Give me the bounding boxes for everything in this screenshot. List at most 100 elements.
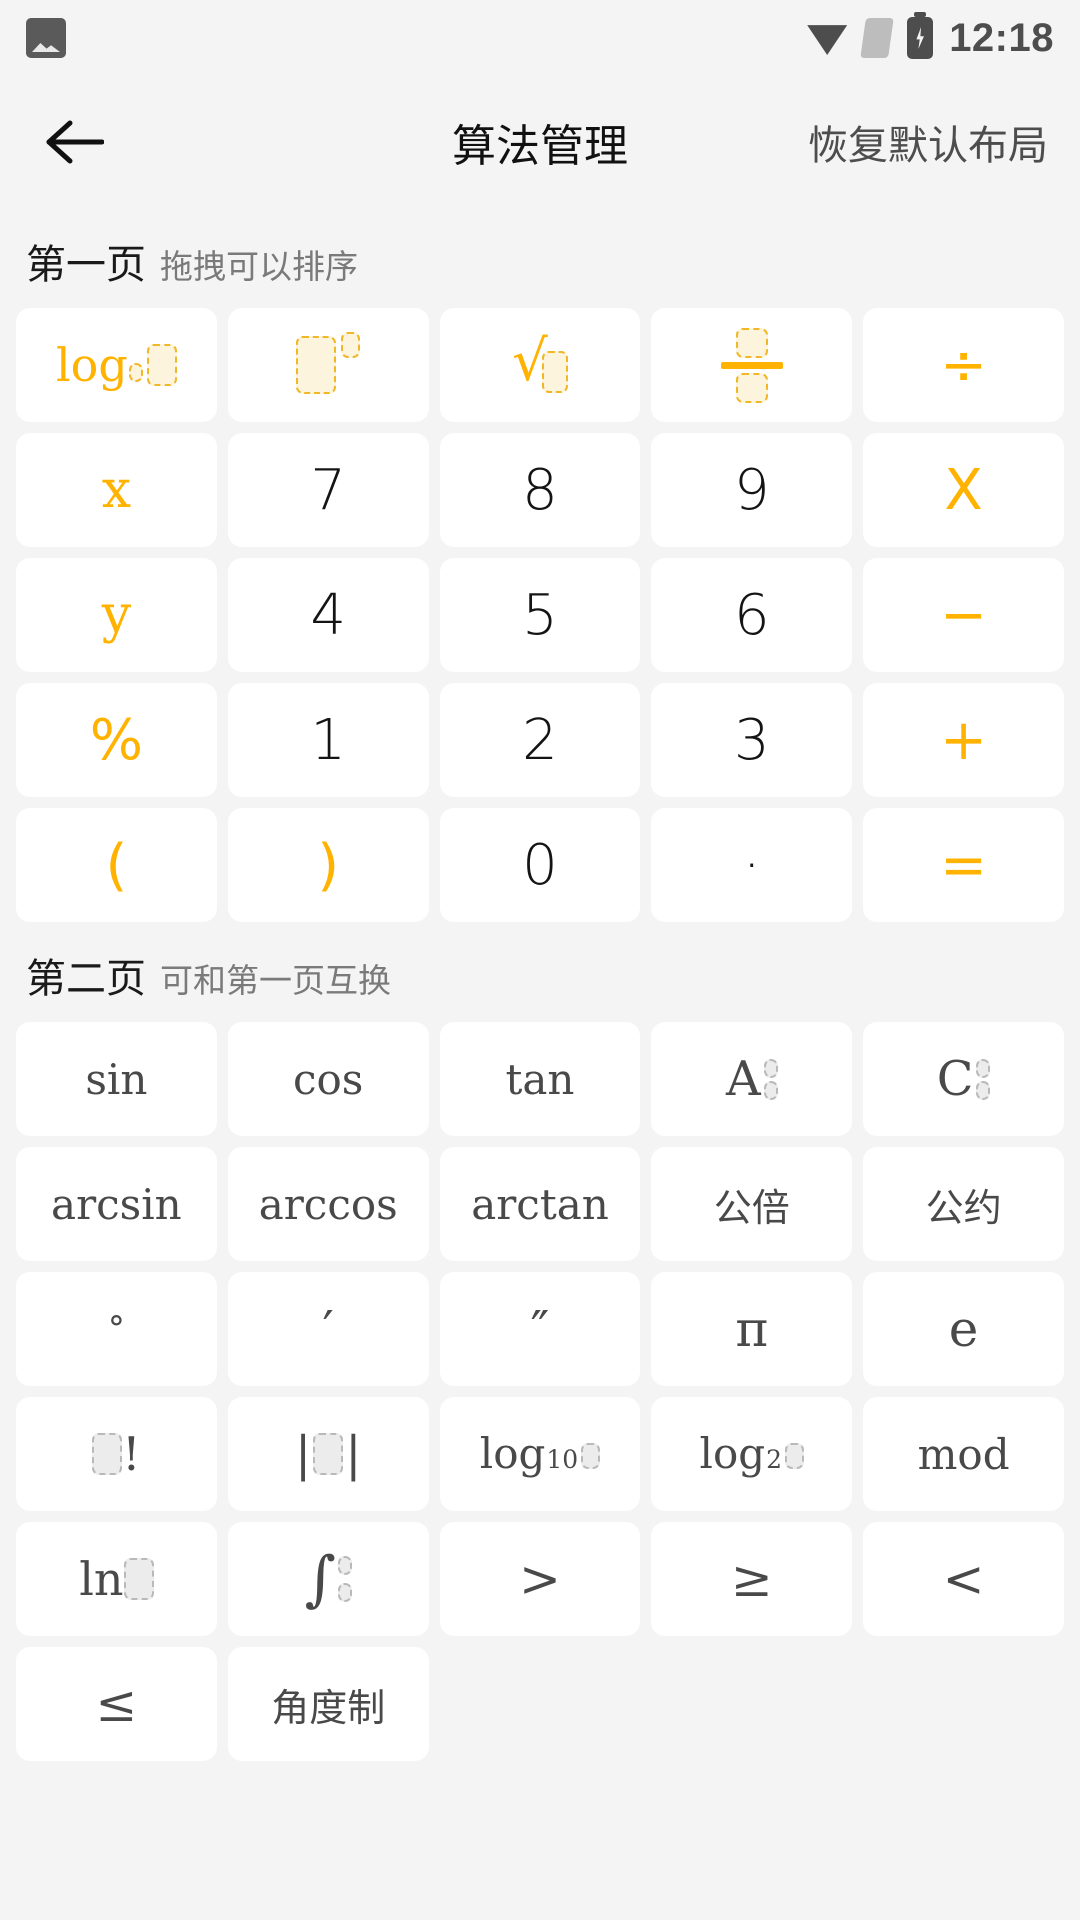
less-key[interactable]: <: [863, 1522, 1064, 1636]
key-label: mod: [917, 1429, 1010, 1479]
placeholder-box: [337, 1556, 352, 1575]
fraction-key[interactable]: [651, 308, 853, 422]
key-label: 9: [733, 457, 770, 523]
right-paren-key[interactable]: ): [227, 808, 429, 922]
tan-key[interactable]: tan: [439, 1022, 641, 1136]
divide-key[interactable]: ÷: [863, 308, 1064, 422]
digit-2-key[interactable]: 2: [439, 683, 641, 797]
key-label: 公约: [925, 1187, 1002, 1230]
digit-9-key[interactable]: 9: [651, 433, 853, 547]
euler-e-key[interactable]: e: [863, 1272, 1064, 1386]
multiply-key[interactable]: X: [863, 433, 1064, 547]
cos-key[interactable]: cos: [227, 1022, 429, 1136]
combination-key[interactable]: C: [863, 1022, 1064, 1136]
wifi-icon: [807, 25, 848, 55]
key-label: +: [940, 707, 988, 773]
placeholder-box: [735, 327, 768, 358]
arccos-key[interactable]: arccos: [227, 1147, 429, 1261]
percent-key[interactable]: %: [16, 683, 217, 797]
key-grid: sin cos tan A Carcsin arccos arctan 公倍 公约 ° ′ ″ π e! |…: [0, 1022, 1080, 1761]
empty-slot: [863, 1647, 1064, 1761]
key-label: ≥: [730, 1550, 773, 1608]
digit-4-key[interactable]: 4: [227, 558, 429, 672]
section-title: 第二页: [26, 957, 146, 1001]
digit-0-key[interactable]: 0: [439, 808, 641, 922]
key-label: 1: [310, 707, 347, 773]
minus-key[interactable]: −: [863, 558, 1064, 672]
key-label: ″: [530, 1300, 550, 1358]
greater-key[interactable]: >: [439, 1522, 641, 1636]
placeholder-box: [128, 363, 143, 382]
log10-key[interactable]: log 10: [439, 1397, 641, 1511]
log-base-key[interactable]: log: [16, 308, 217, 422]
digit-7-key[interactable]: 7: [227, 433, 429, 547]
arcminute-key[interactable]: ′: [227, 1272, 429, 1386]
status-bar-left: [26, 18, 66, 58]
sqrt-key[interactable]: √: [439, 308, 641, 422]
digit-1-key[interactable]: 1: [227, 683, 429, 797]
gcd-key[interactable]: 公约: [863, 1147, 1064, 1261]
key-letter: A: [725, 1051, 761, 1107]
digit-3-key[interactable]: 3: [651, 683, 853, 797]
plus-key[interactable]: +: [863, 683, 1064, 797]
equals-key[interactable]: =: [863, 808, 1064, 922]
key-label: π: [735, 1300, 769, 1358]
absolute-key[interactable]: | |: [227, 1397, 429, 1511]
permutation-key[interactable]: A: [651, 1022, 853, 1136]
power-glyph: [296, 332, 361, 394]
arcsin-key[interactable]: arcsin: [16, 1147, 217, 1261]
placeholder-box: [313, 1433, 344, 1475]
placeholder-box: [581, 1443, 601, 1469]
key-label: 2: [522, 707, 558, 773]
decimal-point-key[interactable]: ·: [651, 808, 853, 922]
permutation-combination-glyph: C: [937, 1051, 991, 1107]
placeholder-box: [976, 1058, 991, 1078]
ln-key[interactable]: ln: [16, 1522, 217, 1636]
log-n-glyph: log 2: [700, 1433, 805, 1475]
key-label: ÷: [940, 332, 988, 398]
key-label: %: [89, 707, 143, 773]
sections-container: 第一页 拖拽可以排序 log √ ÷ x 7 8 9 Xy 4 5 6 −% 1 2 3 + () 0 · = 第二页 可和第…: [0, 208, 1080, 1761]
factorial-key[interactable]: !: [16, 1397, 217, 1511]
battery-charging-icon: [907, 17, 934, 59]
mod-key[interactable]: mod: [863, 1397, 1064, 1511]
log-n-glyph: log 10: [480, 1433, 601, 1475]
back-button[interactable]: [32, 100, 116, 184]
fraction-bar: [720, 361, 783, 369]
power-key[interactable]: [227, 308, 429, 422]
log2-key[interactable]: log 2: [651, 1397, 853, 1511]
degree-mode-key[interactable]: 角度制: [227, 1647, 429, 1761]
status-bar: 12:18: [0, 0, 1080, 76]
digit-8-key[interactable]: 8: [439, 433, 641, 547]
lcm-key[interactable]: 公倍: [651, 1147, 853, 1261]
variable-x-key[interactable]: x: [16, 433, 217, 547]
restore-default-layout-button[interactable]: 恢复默认布局: [808, 113, 1048, 171]
ln-glyph: ln: [79, 1552, 154, 1606]
key-label: X: [944, 457, 983, 523]
key-label: arcsin: [51, 1179, 182, 1229]
placeholder-box: [763, 1058, 778, 1078]
digit-5-key[interactable]: 5: [439, 558, 641, 672]
less-equal-key[interactable]: ≤: [16, 1647, 217, 1761]
placeholder-box: [296, 336, 337, 394]
digit-6-key[interactable]: 6: [651, 558, 853, 672]
key-label: −: [940, 582, 988, 648]
fraction-glyph: [720, 327, 783, 403]
arctan-key[interactable]: arctan: [439, 1147, 641, 1261]
key-label: y: [101, 585, 132, 645]
integral-key[interactable]: ∫: [227, 1522, 429, 1636]
greater-equal-key[interactable]: ≥: [651, 1522, 853, 1636]
key-label: 8: [522, 457, 558, 523]
sin-key[interactable]: sin: [16, 1022, 217, 1136]
variable-y-key[interactable]: y: [16, 558, 217, 672]
degree-key[interactable]: °: [16, 1272, 217, 1386]
sim-card-icon: [863, 18, 891, 58]
log-base-number: 10: [546, 1445, 579, 1474]
arcsecond-key[interactable]: ″: [439, 1272, 641, 1386]
key-label: <: [942, 1550, 985, 1608]
pi-key[interactable]: π: [651, 1272, 853, 1386]
key-grid: log √ ÷ x 7 8 9 Xy 4 5 6 −% 1 2 3 + () 0 · =: [0, 308, 1080, 922]
key-label: ·: [742, 832, 761, 898]
left-paren-key[interactable]: (: [16, 808, 217, 922]
key-label: e: [948, 1300, 979, 1358]
